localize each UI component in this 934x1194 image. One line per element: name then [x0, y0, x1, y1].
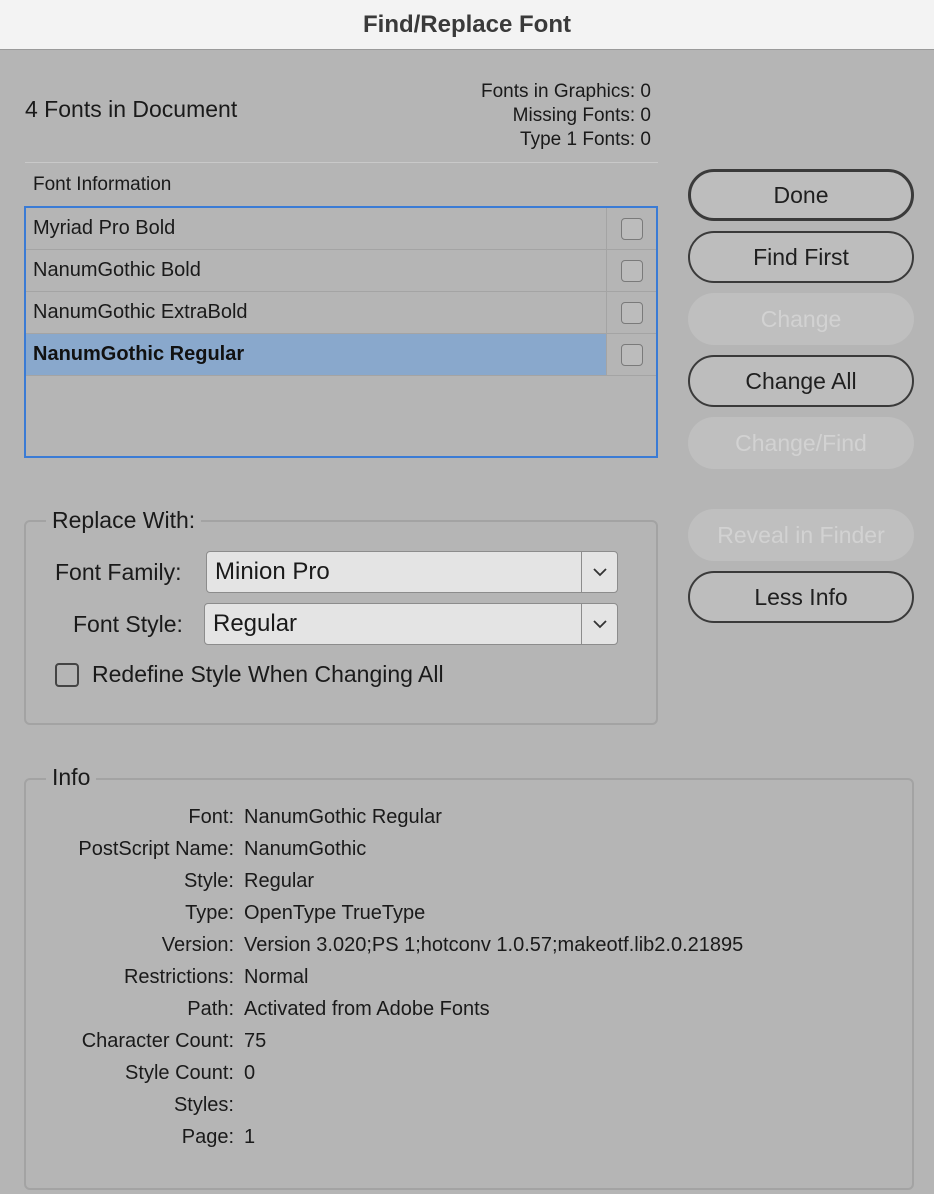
info-key: Page:	[181, 1126, 234, 1148]
chevron-down-icon	[581, 552, 617, 592]
font-checkbox[interactable]	[620, 217, 643, 240]
font-checkbox-cell	[606, 334, 656, 375]
info-row: Style Count: 0	[26, 1062, 255, 1094]
divider	[25, 162, 658, 163]
font-information-label: Font Information	[33, 174, 172, 195]
info-key: PostScript Name:	[78, 838, 234, 860]
font-checkbox-cell	[606, 292, 656, 333]
info-row: Style: Regular	[26, 870, 314, 902]
font-row[interactable]: NanumGothic ExtraBold	[26, 292, 656, 334]
info-value: Activated from Adobe Fonts	[244, 998, 490, 1020]
font-name: NanumGothic Regular	[33, 343, 245, 365]
change-all-button[interactable]: Change All	[688, 355, 914, 407]
info-key: Font:	[188, 806, 234, 828]
font-checkbox[interactable]	[620, 343, 643, 366]
info-key: Path:	[187, 998, 234, 1020]
info-value: OpenType TrueType	[244, 902, 426, 924]
replace-with-legend: Replace With:	[46, 507, 202, 534]
font-stats: Fonts in Graphics: 0 Missing Fonts: 0 Ty…	[481, 80, 651, 152]
info-key: Character Count:	[81, 1030, 234, 1052]
redefine-style-label[interactable]: Redefine Style When Changing All	[92, 661, 444, 688]
info-key: Type:	[185, 902, 234, 924]
info-row: PostScript Name: NanumGothic	[26, 838, 366, 870]
chevron-down-icon	[581, 604, 617, 644]
font-family-value: Minion Pro	[215, 558, 330, 585]
info-row: Version: Version 3.020;PS 1;hotconv 1.0.5…	[26, 934, 744, 966]
info-legend: Info	[46, 764, 97, 791]
info-row: Path: Activated from Adobe Fonts	[26, 998, 490, 1030]
font-style-select[interactable]: Regular	[204, 603, 618, 645]
font-list[interactable]: Myriad Pro Bold NanumGothic Bold NanumGo…	[24, 206, 658, 458]
info-value: Version 3.020;PS 1;hotconv 1.0.57;makeot…	[244, 934, 744, 956]
find-first-button[interactable]: Find First	[688, 231, 914, 283]
fonts-in-graphics: Fonts in Graphics: 0	[480, 81, 651, 102]
redefine-style-checkbox[interactable]	[55, 663, 79, 687]
window-title: Find/Replace Font	[362, 10, 571, 38]
font-checkbox[interactable]	[620, 301, 643, 324]
font-checkbox[interactable]	[620, 259, 643, 282]
change-button[interactable]: Change	[688, 293, 914, 345]
info-row: Page: 1	[26, 1126, 255, 1158]
title-bar: Find/Replace Font	[0, 0, 934, 50]
info-value	[234, 1094, 244, 1126]
info-value: 75	[244, 1030, 267, 1052]
info-key: Styles:	[173, 1094, 234, 1116]
reveal-in-finder-button[interactable]: Reveal in Finder	[688, 509, 914, 561]
info-key: Style:	[183, 870, 234, 892]
info-value: Normal	[244, 966, 309, 988]
info-value: 0	[244, 1062, 256, 1084]
done-button[interactable]: Done	[688, 169, 914, 221]
less-info-button[interactable]: Less Info	[688, 571, 914, 623]
info-value: 1	[244, 1126, 256, 1148]
font-row-selected[interactable]: NanumGothic Regular	[26, 334, 656, 376]
font-style-label: Font Style:	[73, 611, 183, 637]
info-key: Version:	[161, 934, 234, 956]
type1-fonts: Type 1 Fonts: 0	[520, 129, 651, 150]
info-row: Restrictions: Normal	[26, 966, 308, 998]
info-row: Character Count: 75	[26, 1030, 267, 1062]
info-key: Style Count:	[125, 1062, 234, 1084]
font-checkbox-cell	[606, 250, 656, 291]
font-name: Myriad Pro Bold	[33, 217, 176, 239]
info-value: NanumGothic	[244, 838, 367, 860]
font-name: NanumGothic Bold	[33, 259, 201, 281]
font-checkbox-cell	[606, 208, 656, 249]
info-row: Styles:	[26, 1094, 244, 1126]
info-row: Type: OpenType TrueType	[26, 902, 425, 934]
font-family-select[interactable]: Minion Pro	[206, 551, 618, 593]
font-row[interactable]: Myriad Pro Bold	[26, 208, 656, 250]
font-name: NanumGothic ExtraBold	[33, 301, 248, 323]
fonts-in-document-count: 4 Fonts in Document	[25, 96, 238, 122]
change-find-button[interactable]: Change/Find	[688, 417, 914, 469]
info-key: Restrictions:	[123, 966, 234, 988]
font-family-label: Font Family:	[55, 559, 182, 585]
info-row: Font: NanumGothic Regular	[26, 806, 442, 838]
info-value: Regular	[244, 870, 315, 892]
missing-fonts: Missing Fonts: 0	[512, 105, 651, 126]
font-style-value: Regular	[213, 610, 298, 637]
font-row[interactable]: NanumGothic Bold	[26, 250, 656, 292]
info-value: NanumGothic Regular	[244, 806, 442, 828]
